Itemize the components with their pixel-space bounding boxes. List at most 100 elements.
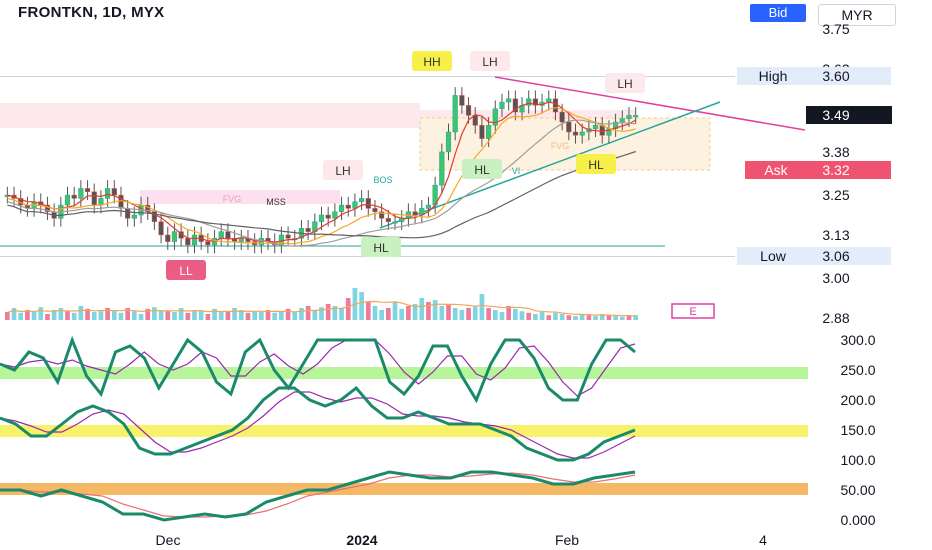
volume-bar — [439, 306, 445, 320]
annotation-label: LL — [179, 264, 193, 278]
candle — [325, 214, 331, 219]
candle — [91, 191, 97, 206]
y-tick-label: 3.00 — [822, 270, 849, 286]
candle — [338, 204, 345, 212]
x-tick-label: 4 — [759, 532, 767, 548]
candle — [125, 208, 131, 219]
volume-bar — [499, 312, 505, 320]
volume-bar — [245, 312, 251, 320]
volume-bar — [71, 312, 77, 320]
volume-bar — [165, 311, 171, 320]
volume-bar — [58, 308, 64, 320]
oscillator-line — [0, 385, 636, 462]
volume-bar — [45, 314, 50, 320]
annotation-label: VI — [512, 166, 521, 176]
candle — [171, 231, 178, 242]
volume-event-label: E — [689, 306, 696, 318]
candle — [552, 98, 559, 113]
volume-bar — [345, 298, 351, 320]
volume-bar — [399, 308, 405, 320]
y-tick-label: 3.38 — [822, 144, 849, 160]
volume-bar — [479, 294, 485, 320]
candle — [633, 115, 639, 118]
candle — [385, 218, 391, 222]
x-tick-label: 2024 — [346, 532, 377, 548]
candle — [412, 211, 418, 216]
candle — [359, 198, 365, 202]
oscillator-tick-label: 200.0 — [840, 392, 875, 408]
volume-bar — [325, 304, 331, 320]
volume-bar — [279, 311, 284, 320]
candle — [479, 125, 485, 139]
volume-bar — [406, 306, 411, 320]
y-tick-label: 3.13 — [822, 227, 849, 243]
oscillator-tick-label: 300.0 — [840, 332, 875, 348]
volume-bar — [192, 311, 197, 320]
y-tick-label: 3.25 — [822, 187, 849, 203]
candle — [439, 151, 445, 186]
volume-bar — [466, 308, 471, 320]
volume-bar — [533, 314, 538, 320]
oscillator-tick-label: 250.0 — [840, 362, 875, 378]
candle — [372, 208, 378, 212]
oscillator-line — [0, 470, 636, 522]
candle — [258, 238, 264, 246]
oscillator-tick-label: 0.000 — [840, 512, 875, 528]
volume-bar — [339, 308, 344, 320]
supply-zone — [0, 103, 420, 128]
last-price-value: 3.49 — [822, 107, 849, 123]
volume-bar — [38, 307, 44, 320]
candle — [158, 221, 164, 236]
volume-bar — [566, 315, 572, 320]
candle — [318, 214, 325, 222]
band-50 — [0, 483, 808, 495]
ask-value: 3.32 — [822, 162, 849, 178]
candle — [425, 204, 432, 209]
y-tick-label: 3.75 — [822, 21, 849, 37]
annotation-label: HL — [588, 158, 604, 172]
volume-bar — [132, 311, 137, 320]
volume-bar — [172, 312, 177, 320]
volume-bar — [65, 311, 70, 320]
low-label: Low — [760, 248, 787, 264]
volume-bar — [31, 311, 37, 320]
candle — [465, 105, 472, 116]
volume-bar — [452, 308, 458, 320]
band-250 — [0, 367, 808, 379]
volume-bar — [5, 312, 10, 320]
candle — [345, 204, 351, 209]
volume-bar — [519, 311, 525, 320]
candle — [559, 111, 565, 123]
volume-bar — [539, 312, 545, 320]
candle — [218, 231, 224, 239]
candle — [78, 188, 84, 199]
volume-bar — [78, 306, 84, 320]
candle — [305, 228, 311, 232]
candle — [205, 241, 211, 246]
candle — [486, 125, 492, 139]
oscillator-tick-label: 150.0 — [840, 422, 875, 438]
volume-bar — [553, 312, 558, 320]
volume-bar — [212, 308, 217, 320]
volume-bar — [319, 307, 324, 320]
volume-bar — [626, 316, 632, 320]
candle — [191, 234, 198, 246]
volume-bar — [285, 308, 291, 320]
candle — [105, 188, 111, 199]
chart-canvas: EHHLHLHLHBOSHLHLHLLLFVGMSSFVGVI3.753.633… — [0, 21, 892, 548]
volume-bar — [218, 312, 224, 320]
x-tick-label: Feb — [555, 532, 579, 548]
candle — [472, 115, 478, 126]
volume-bar — [205, 314, 211, 320]
volume-bar — [299, 308, 304, 320]
volume-bar — [619, 316, 625, 320]
volume-bar — [446, 304, 451, 320]
annotation-label: LH — [335, 164, 350, 178]
volume-bar — [18, 312, 24, 320]
candle — [459, 95, 465, 106]
oscillator-tick-label: 100.0 — [840, 452, 875, 468]
high-label: High — [759, 68, 788, 84]
volume-bar — [178, 308, 184, 320]
candle — [111, 188, 117, 196]
volume-bar — [486, 308, 491, 320]
